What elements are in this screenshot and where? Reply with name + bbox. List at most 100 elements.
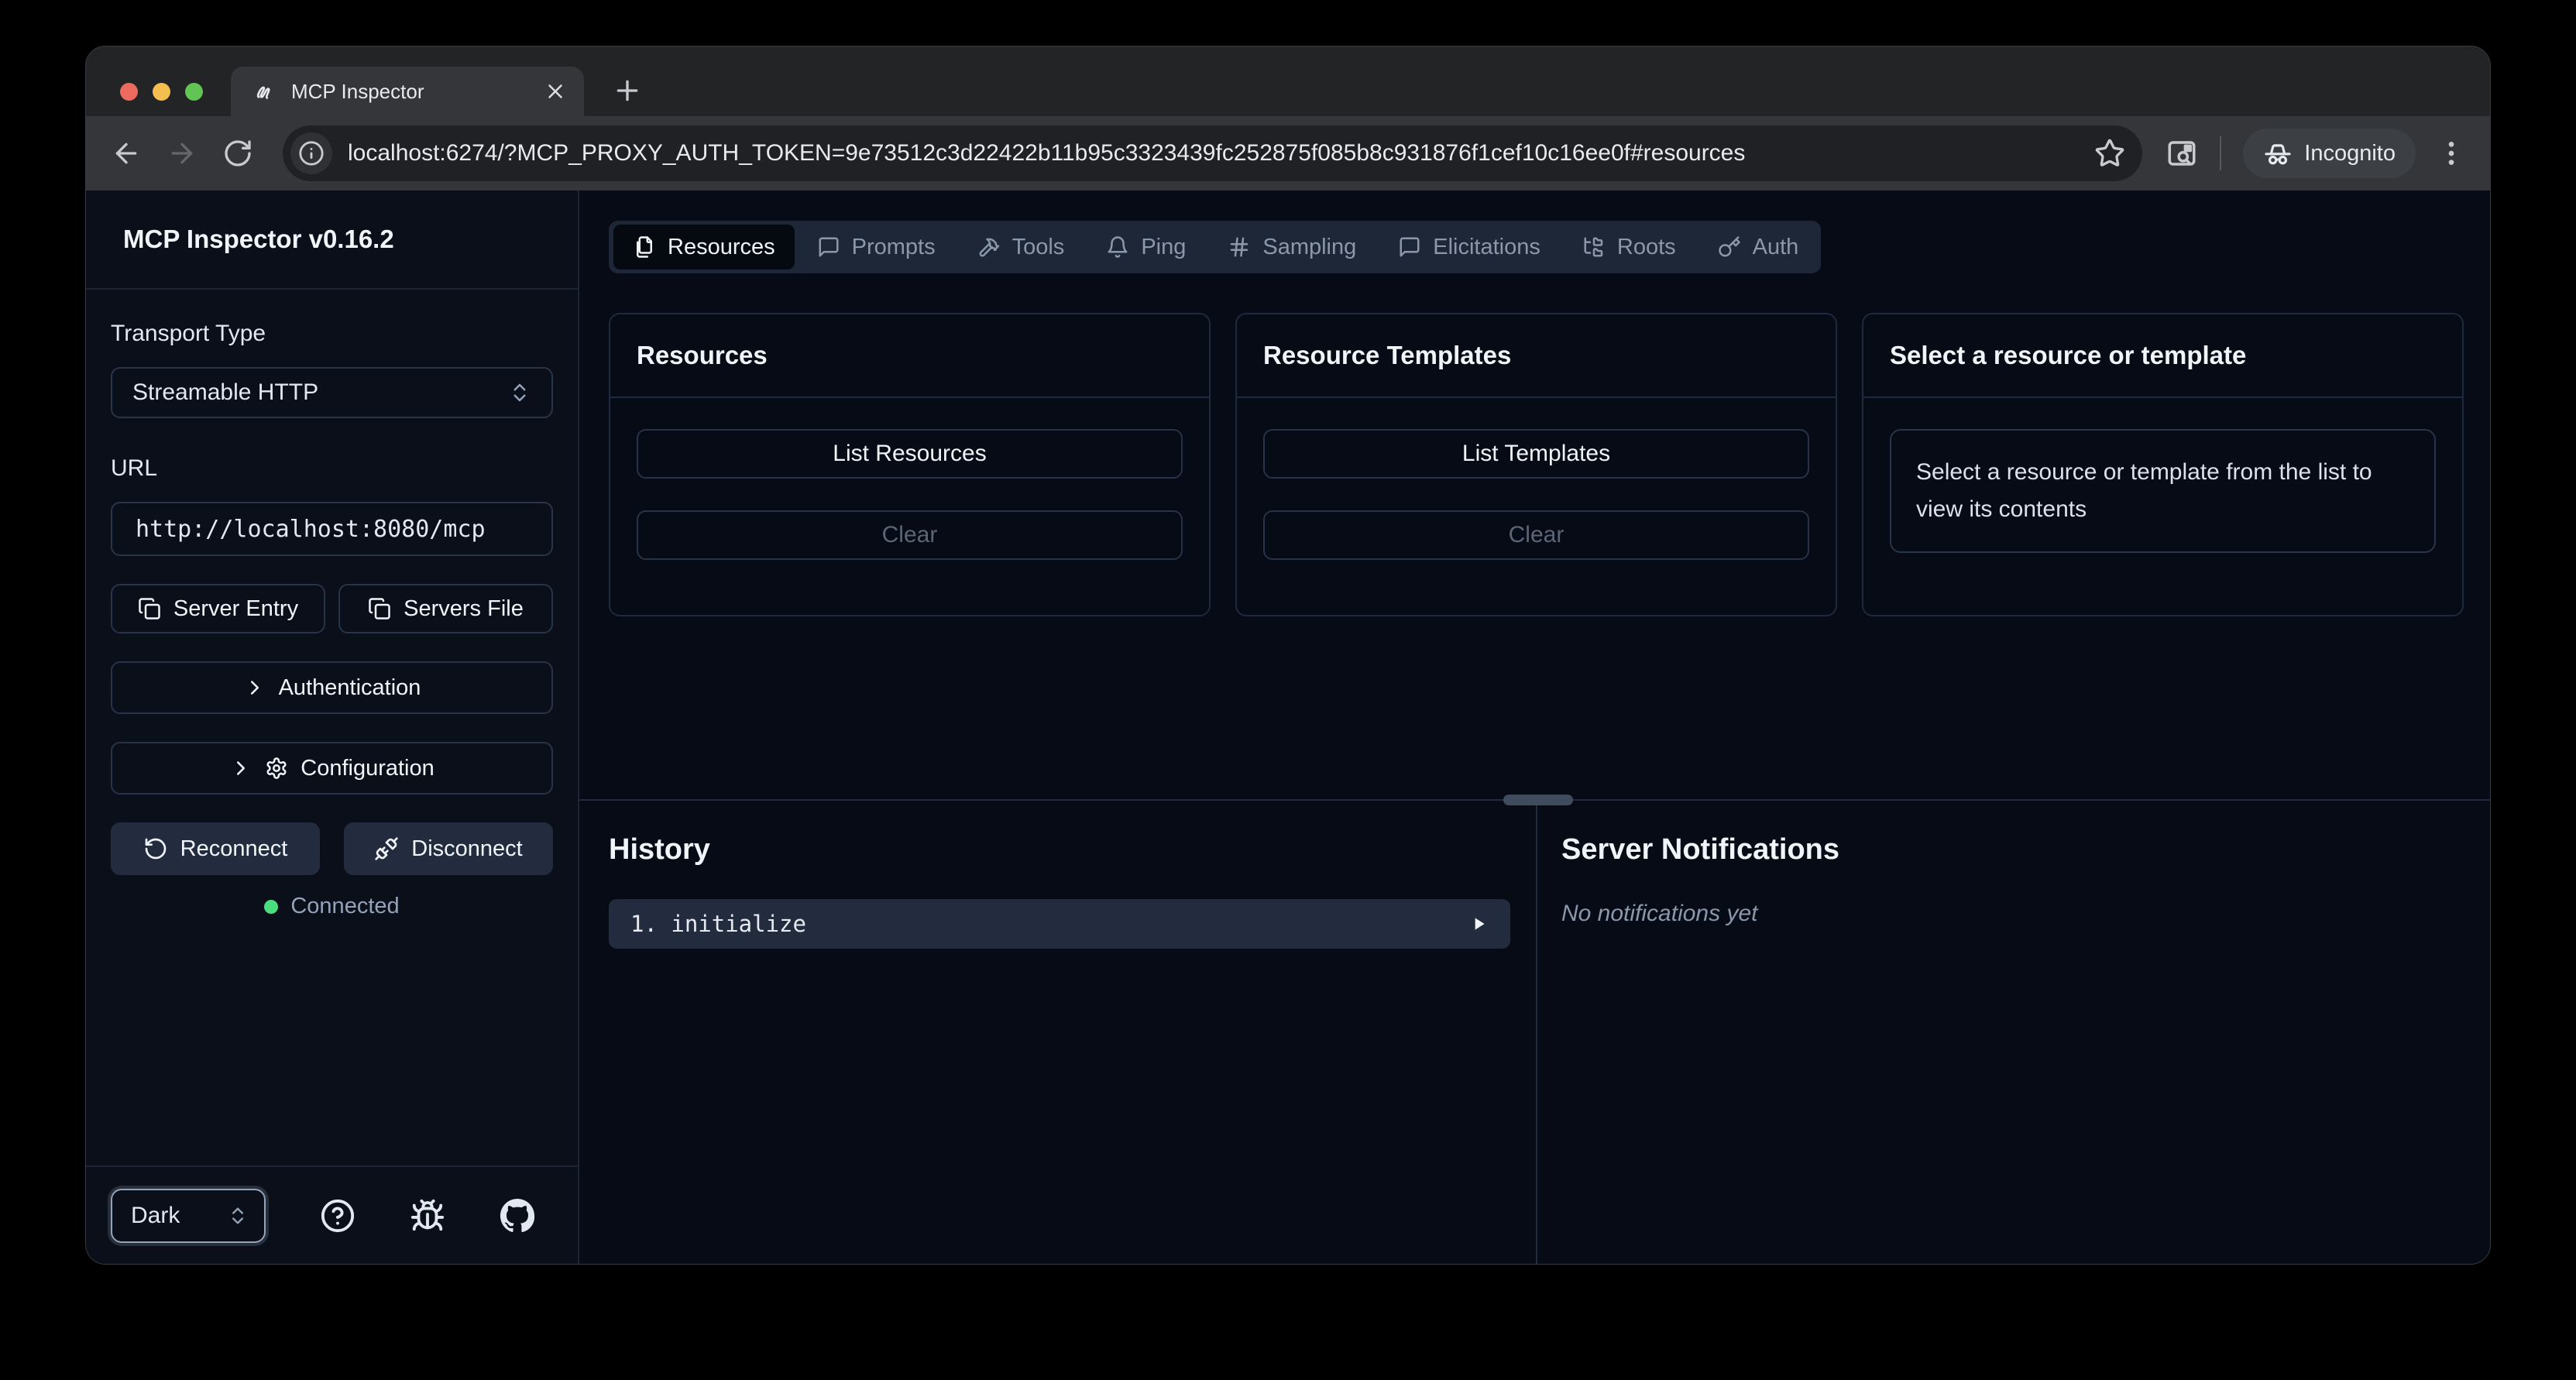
clear-templates-button[interactable]: Clear: [1263, 510, 1809, 560]
transport-type-select[interactable]: Streamable HTTP: [111, 367, 553, 418]
tab-label: Prompts: [852, 235, 936, 260]
maximize-window-button[interactable]: [185, 83, 203, 101]
address-bar[interactable]: localhost:6274/?MCP_PROXY_AUTH_TOKEN=9e7…: [283, 125, 2142, 181]
resource-panels: Resources List Resources Clear Resource …: [609, 313, 2464, 616]
transport-type-value: Streamable HTTP: [132, 379, 318, 406]
tab-close-icon[interactable]: [544, 80, 567, 103]
resource-preview-card: Select a resource or template Select a r…: [1862, 313, 2464, 616]
chevron-right-icon: [243, 676, 266, 699]
resource-preview-title: Select a resource or template: [1863, 314, 2462, 398]
mcp-inspector-app: MCP Inspector v0.16.2 Transport Type Str…: [86, 191, 2490, 1264]
app-title: MCP Inspector v0.16.2: [86, 191, 578, 290]
main-top: Resources Prompts Tools: [579, 191, 2490, 799]
url-text[interactable]: localhost:6274/?MCP_PROXY_AUTH_TOKEN=9e7…: [348, 140, 2082, 166]
url-label: URL: [111, 455, 553, 482]
minimize-window-button[interactable]: [153, 83, 170, 101]
main-content: Resources Prompts Tools: [579, 191, 2490, 1264]
notifications-empty-text: No notifications yet: [1561, 901, 2490, 927]
browser-tab[interactable]: MCP Inspector: [231, 67, 584, 116]
tab-sampling[interactable]: Sampling: [1208, 225, 1376, 269]
search-tabs-icon[interactable]: [2166, 137, 2198, 170]
tab-label: Elicitations: [1433, 235, 1540, 260]
bookmark-star-icon[interactable]: [2094, 138, 2125, 169]
tab-elicitations[interactable]: Elicitations: [1379, 225, 1560, 269]
copy-icon: [138, 597, 161, 620]
url-input[interactable]: [111, 502, 553, 556]
incognito-badge: Incognito: [2243, 129, 2416, 178]
list-resources-button[interactable]: List Resources: [637, 429, 1183, 479]
chevrons-up-down-icon: [227, 1205, 249, 1227]
theme-select[interactable]: Dark: [111, 1189, 266, 1243]
resource-templates-card-title: Resource Templates: [1237, 314, 1836, 398]
horizontal-splitter[interactable]: [579, 799, 2490, 801]
resource-templates-card: Resource Templates List Templates Clear: [1235, 313, 1837, 616]
connection-status: Connected: [111, 894, 553, 919]
list-templates-button[interactable]: List Templates: [1263, 429, 1809, 479]
tab-roots[interactable]: Roots: [1563, 225, 1695, 269]
server-notifications-pane: Server Notifications No notifications ye…: [1537, 801, 2490, 1264]
files-icon: [633, 235, 656, 259]
github-button[interactable]: [500, 1198, 535, 1234]
copy-icon: [368, 597, 391, 620]
bug-report-button[interactable]: [410, 1198, 445, 1234]
message-square-icon: [1398, 235, 1421, 259]
configuration-toggle[interactable]: Configuration: [111, 742, 553, 795]
chevrons-up-down-icon: [508, 381, 531, 404]
tab-auth[interactable]: Auth: [1698, 225, 1819, 269]
theme-value: Dark: [131, 1203, 180, 1229]
server-entry-button[interactable]: Server Entry: [111, 584, 325, 633]
resource-preview-placeholder: Select a resource or template from the l…: [1890, 429, 2436, 553]
resources-card: Resources List Resources Clear: [609, 313, 1211, 616]
close-window-button[interactable]: [120, 83, 138, 101]
tab-label: Tools: [1012, 235, 1065, 260]
toolbar-separator: [2220, 136, 2221, 170]
splitter-drag-handle[interactable]: [1503, 795, 1573, 805]
bottom-panes: History 1. initialize Server Notificatio…: [579, 801, 2490, 1264]
reconnect-button[interactable]: Reconnect: [111, 822, 320, 875]
forward-icon[interactable]: [167, 138, 197, 169]
new-tab-button[interactable]: [610, 73, 645, 108]
history-item[interactable]: 1. initialize: [609, 899, 1510, 949]
authentication-label: Authentication: [279, 675, 421, 701]
chevron-right-icon: [229, 757, 252, 780]
reload-icon[interactable]: [222, 138, 253, 169]
servers-file-button[interactable]: Servers File: [338, 584, 553, 633]
authentication-toggle[interactable]: Authentication: [111, 661, 553, 714]
expand-play-icon[interactable]: [1468, 914, 1489, 934]
favicon-scribble-icon: [251, 79, 276, 104]
sidebar-body: Transport Type Streamable HTTP URL Serve…: [86, 290, 578, 1165]
tab-label: Roots: [1617, 235, 1676, 260]
site-info-button[interactable]: [290, 132, 332, 174]
server-entry-label: Server Entry: [173, 596, 298, 622]
disconnect-label: Disconnect: [411, 836, 522, 862]
tab-ping[interactable]: Ping: [1087, 225, 1205, 269]
gear-icon: [265, 757, 288, 780]
bell-icon: [1106, 235, 1129, 259]
tab-label: Auth: [1753, 235, 1799, 260]
reconnect-label: Reconnect: [180, 836, 288, 862]
disconnect-button[interactable]: Disconnect: [344, 822, 553, 875]
info-icon: [298, 140, 325, 166]
transport-type-label: Transport Type: [111, 321, 553, 347]
help-button[interactable]: [320, 1198, 355, 1234]
browser-menu-icon[interactable]: [2436, 138, 2467, 169]
tab-label: Ping: [1141, 235, 1186, 260]
tab-label: Sampling: [1262, 235, 1356, 260]
sidebar-footer: Dark: [86, 1165, 578, 1264]
browser-tabstrip: MCP Inspector: [86, 46, 2490, 116]
feature-tabs: Resources Prompts Tools: [609, 221, 1821, 273]
message-square-icon: [817, 235, 840, 259]
github-icon: [500, 1198, 535, 1234]
folder-tree-icon: [1582, 235, 1606, 259]
rotate-ccw-icon: [143, 836, 168, 861]
clear-resources-button[interactable]: Clear: [637, 510, 1183, 560]
tab-tools[interactable]: Tools: [958, 225, 1084, 269]
connected-dot: [264, 900, 278, 914]
servers-file-label: Servers File: [404, 596, 524, 622]
back-icon[interactable]: [111, 138, 142, 169]
tab-resources[interactable]: Resources: [613, 225, 795, 269]
tab-prompts[interactable]: Prompts: [798, 225, 955, 269]
hammer-icon: [977, 235, 1001, 259]
incognito-label: Incognito: [2304, 141, 2396, 166]
history-title: History: [609, 833, 1510, 867]
